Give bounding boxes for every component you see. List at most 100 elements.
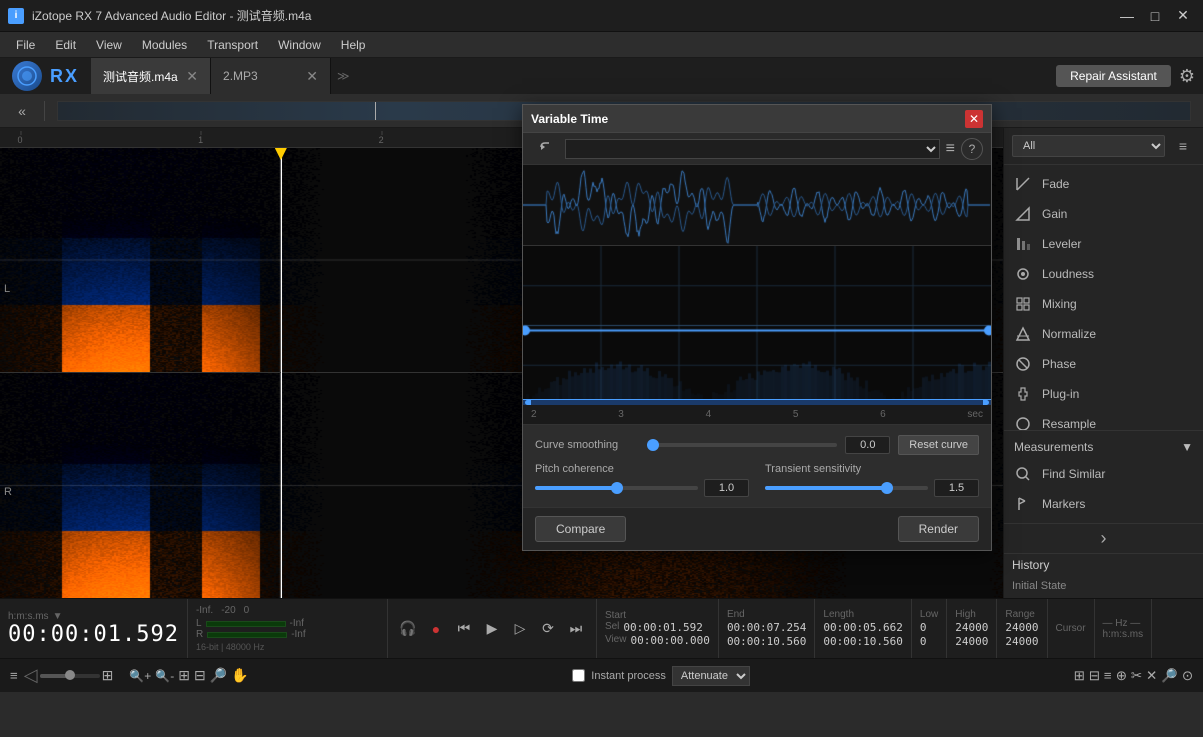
view-options-5[interactable]: ✂: [1131, 668, 1142, 684]
minimize-button[interactable]: —: [1115, 4, 1139, 28]
view-options-7[interactable]: 🔎: [1161, 668, 1178, 684]
menu-transport[interactable]: Transport: [199, 35, 266, 55]
play-selection-button[interactable]: ▷: [508, 617, 532, 641]
phase-icon: [1014, 355, 1032, 373]
volume-down-icon[interactable]: ◁: [24, 665, 38, 686]
view-options-1[interactable]: ⊞: [1074, 668, 1085, 684]
view-options-6[interactable]: ✕: [1146, 668, 1157, 684]
high-label: High: [955, 609, 988, 620]
pitch-coherence-thumb[interactable]: [611, 482, 623, 494]
menu-modules[interactable]: Modules: [134, 35, 195, 55]
modal-help-button[interactable]: ?: [961, 138, 983, 160]
menu-file[interactable]: File: [8, 35, 43, 55]
goto-start-button[interactable]: ⏮: [452, 617, 476, 641]
instant-process-label[interactable]: Instant process: [591, 670, 666, 682]
info-col-start: Start Sel 00:00:01.592 View 00:00:00.000: [597, 599, 719, 658]
info-col-high: High 24000 24000: [947, 599, 997, 658]
transient-sensitivity-slider[interactable]: [765, 486, 928, 490]
record-button[interactable]: ●: [424, 617, 448, 641]
module-item-mixing[interactable]: Mixing: [1004, 289, 1203, 319]
view-options-4[interactable]: ⊕: [1116, 668, 1127, 684]
settings-icon[interactable]: ⚙: [1179, 66, 1195, 87]
fit-selection-button[interactable]: ⊞: [178, 667, 190, 684]
instant-process-checkbox[interactable]: [572, 669, 585, 682]
modal-undo-button[interactable]: [531, 137, 559, 160]
modules-menu-button[interactable]: ≡: [1171, 134, 1195, 158]
modal-menu-button[interactable]: ≡: [946, 140, 955, 158]
module-item-find-similar[interactable]: Find Similar: [1004, 459, 1203, 489]
module-item-phase[interactable]: Phase: [1004, 349, 1203, 379]
volume-slider-thumb[interactable]: [65, 670, 75, 680]
curve-smoothing-thumb[interactable]: [647, 439, 659, 451]
compare-button[interactable]: Compare: [535, 516, 626, 542]
tab-file1[interactable]: 测试音频.m4a ✕: [91, 58, 211, 94]
module-item-loudness[interactable]: Loudness: [1004, 259, 1203, 289]
module-item-gain[interactable]: Gain: [1004, 199, 1203, 229]
modules-filter-select[interactable]: All: [1012, 135, 1165, 157]
close-button[interactable]: ✕: [1171, 4, 1195, 28]
tab-file2[interactable]: 2.MP3 ✕: [211, 58, 331, 94]
collapse-panel-button[interactable]: «: [8, 97, 36, 125]
curve-smoothing-slider[interactable]: [653, 443, 837, 447]
preset-select[interactable]: [565, 139, 940, 159]
view-options-2[interactable]: ⊟: [1089, 668, 1100, 684]
meter-L-label: L: [196, 618, 202, 629]
range-left-handle[interactable]: [525, 400, 531, 405]
goto-end-button[interactable]: ⏭: [564, 617, 588, 641]
zoom-in-time-button[interactable]: 🔍+: [129, 669, 151, 683]
time-unit: sec: [967, 409, 983, 420]
repair-assistant-button[interactable]: Repair Assistant: [1056, 65, 1171, 87]
transient-sensitivity-thumb[interactable]: [881, 482, 893, 494]
history-initial-state[interactable]: Initial State: [1012, 580, 1066, 592]
view-options-3[interactable]: ≡: [1104, 668, 1112, 683]
meter-L-row: L -Inf: [196, 618, 379, 629]
module-item-leveler[interactable]: Leveler: [1004, 229, 1203, 259]
curve-editor[interactable]: [523, 245, 991, 405]
view-options-8[interactable]: ⊙: [1182, 668, 1193, 684]
tab-file2-close[interactable]: ✕: [306, 68, 318, 85]
view-high-value: 24000: [955, 635, 988, 648]
menu-edit[interactable]: Edit: [47, 35, 84, 55]
module-item-resample[interactable]: Resample: [1004, 409, 1203, 430]
expand-more-button[interactable]: ›: [1014, 528, 1193, 549]
info-col-length: Length 00:00:05.662 00:00:10.560: [815, 599, 911, 658]
time-tick-4: 4: [706, 409, 712, 420]
zoom-out-time-button[interactable]: 🔍-: [155, 669, 174, 683]
reset-curve-button[interactable]: Reset curve: [898, 435, 979, 455]
pitch-coherence-label: Pitch coherence: [535, 463, 749, 475]
pitch-coherence-value[interactable]: [704, 479, 749, 497]
module-item-plugin[interactable]: Plug-in: [1004, 379, 1203, 409]
module-item-fade[interactable]: Fade: [1004, 169, 1203, 199]
menu-view[interactable]: View: [88, 35, 130, 55]
curve-smoothing-value[interactable]: [845, 436, 890, 454]
module-item-normalize[interactable]: Normalize: [1004, 319, 1203, 349]
tab-file1-close[interactable]: ✕: [186, 68, 198, 85]
loop-button[interactable]: ⟳: [536, 617, 560, 641]
view-start-value: 00:00:00.000: [630, 634, 709, 647]
audio-zoom-in-button[interactable]: ≡: [10, 668, 18, 683]
pan-tool-button[interactable]: ✋: [231, 667, 248, 684]
range-right-handle[interactable]: [983, 400, 989, 405]
render-button[interactable]: Render: [898, 516, 979, 542]
measurements-header[interactable]: Measurements ▼: [1004, 435, 1203, 459]
app-title: iZotope RX 7 Advanced Audio Editor - 测试音…: [32, 7, 311, 24]
time-format: h:m:s.ms ▼: [8, 611, 179, 622]
headphones-button[interactable]: 🎧: [396, 617, 420, 641]
measurements-label: Measurements: [1014, 440, 1093, 454]
module-item-markers[interactable]: Markers: [1004, 489, 1203, 519]
menu-help[interactable]: Help: [333, 35, 374, 55]
fit-all-button[interactable]: ⊟: [194, 667, 206, 684]
menu-window[interactable]: Window: [270, 35, 329, 55]
modal-close-button[interactable]: ✕: [965, 110, 983, 128]
playhead: [281, 148, 282, 598]
pitch-coherence-slider[interactable]: [535, 486, 698, 490]
channel-mode-icon[interactable]: ⊞: [102, 667, 114, 684]
transient-sensitivity-value[interactable]: [934, 479, 979, 497]
time-format-dropdown-icon[interactable]: ▼: [53, 611, 63, 622]
play-button[interactable]: ▶: [480, 617, 504, 641]
maximize-button[interactable]: □: [1143, 4, 1167, 28]
module-mixing-label: Mixing: [1042, 297, 1077, 311]
two-col-controls: Pitch coherence Transient sensitivity: [535, 463, 979, 497]
zoom-search-button[interactable]: 🔎: [210, 667, 227, 684]
attenuation-select[interactable]: Attenuate: [672, 666, 750, 686]
